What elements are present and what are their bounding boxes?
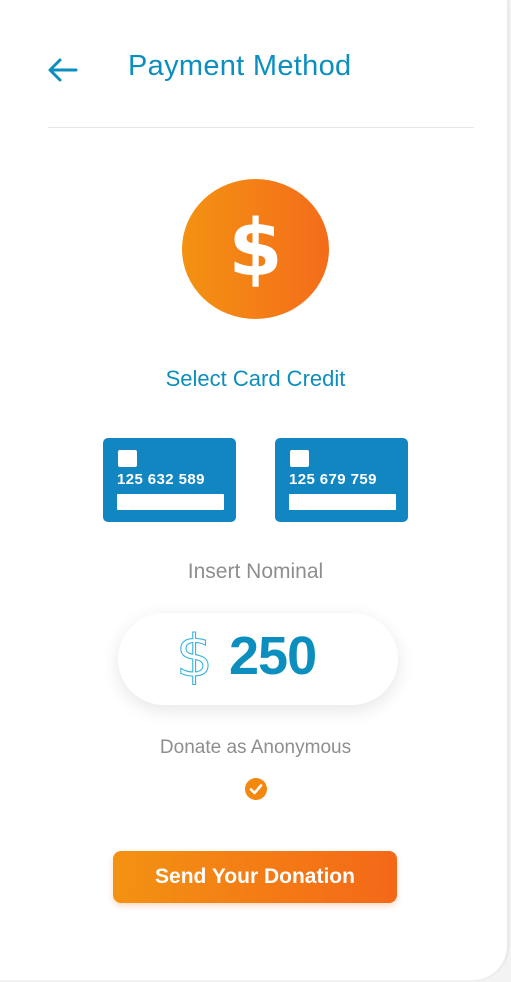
header-divider xyxy=(48,127,474,128)
anonymous-checkbox[interactable] xyxy=(245,778,267,800)
card-number: 125 632 589 xyxy=(117,471,205,488)
header: Payment Method xyxy=(0,0,507,128)
check-icon xyxy=(249,784,263,795)
card-chip-icon xyxy=(118,450,137,467)
amount-input[interactable]: $ 250 xyxy=(118,613,398,705)
insert-nominal-label: Insert Nominal xyxy=(187,560,324,583)
dollar-icon: $ xyxy=(182,179,329,319)
anonymous-label: Donate as Anonymous xyxy=(159,737,352,758)
back-button[interactable] xyxy=(45,52,81,88)
arrow-left-icon xyxy=(48,58,78,82)
dollar-symbol: $ xyxy=(228,204,283,294)
credit-card-2[interactable]: 125 679 759 xyxy=(275,438,408,522)
send-donation-button[interactable]: Send Your Donation xyxy=(113,851,397,903)
select-card-title: Select Card Credit xyxy=(165,366,346,391)
credit-card-1[interactable]: 125 632 589 xyxy=(103,438,236,522)
card-chip-icon xyxy=(290,450,309,467)
card-stripe xyxy=(289,494,396,510)
phone-screen: Payment Method $ Select Card Credit 125 … xyxy=(0,0,507,980)
card-number: 125 679 759 xyxy=(289,471,377,488)
card-stripe xyxy=(117,494,224,510)
currency-icon: $ xyxy=(175,622,213,690)
page-title: Payment Method xyxy=(128,50,352,82)
amount-value: 250 xyxy=(229,626,317,686)
